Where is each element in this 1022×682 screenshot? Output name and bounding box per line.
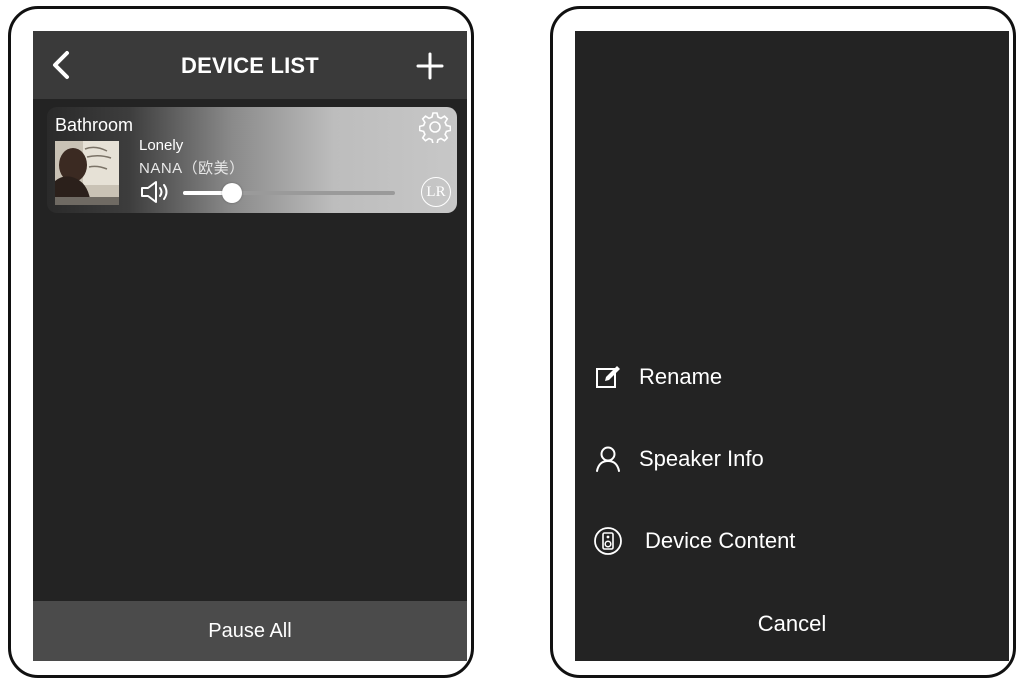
plus-icon xyxy=(416,52,444,80)
person-icon xyxy=(596,446,620,472)
device-content-option[interactable]: Device Content xyxy=(575,511,1009,571)
track-artist: NANA（欧美） xyxy=(139,160,245,177)
pause-all-button[interactable]: Pause All xyxy=(33,601,467,661)
speaker-info-label: Speaker Info xyxy=(639,446,764,471)
device-list-tablet: DEVICE LIST Bathroom Lonely NANA（欧美） LR … xyxy=(8,6,474,678)
device-content-label: Device Content xyxy=(645,528,796,553)
mute-button[interactable] xyxy=(139,179,173,205)
edit-icon xyxy=(596,366,620,388)
page-title: DEVICE LIST xyxy=(181,53,319,78)
add-device-button[interactable] xyxy=(415,51,445,81)
top-bar: DEVICE LIST xyxy=(33,31,467,99)
action-sheet-screen: Rename Speaker Info Device Content Cance… xyxy=(575,31,1009,661)
album-art xyxy=(55,141,119,205)
speaker-volume-icon xyxy=(141,181,168,203)
rename-option[interactable]: Rename xyxy=(575,347,1009,407)
room-name: Bathroom xyxy=(55,115,134,135)
speaker-info-option[interactable]: Speaker Info xyxy=(575,429,1009,489)
volume-thumb[interactable] xyxy=(221,183,242,203)
device-card[interactable]: Bathroom Lonely NANA（欧美） LR xyxy=(47,107,457,213)
track-title: Lonely xyxy=(139,137,184,154)
device-list-screen: DEVICE LIST Bathroom Lonely NANA（欧美） LR … xyxy=(33,31,467,661)
rename-label: Rename xyxy=(639,364,723,389)
action-sheet-tablet: Rename Speaker Info Device Content Cance… xyxy=(550,6,1016,678)
volume-slider[interactable] xyxy=(183,183,395,203)
channel-badge[interactable]: LR xyxy=(421,177,451,207)
gear-icon xyxy=(418,112,452,145)
device-settings-button[interactable] xyxy=(418,111,452,145)
cancel-button[interactable]: Cancel xyxy=(575,599,1009,649)
speaker-icon xyxy=(594,527,622,555)
